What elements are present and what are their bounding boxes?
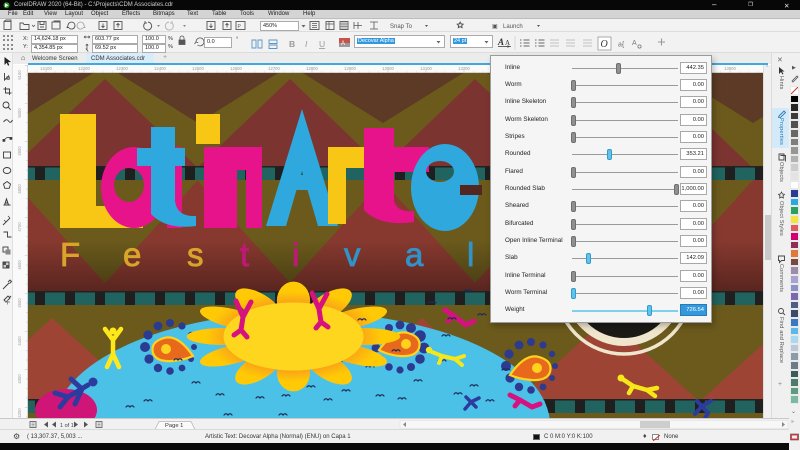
svg-text:Snap To: Snap To — [390, 24, 413, 30]
svg-text:4600: 4600 — [17, 260, 22, 270]
svg-text:4200: 4200 — [17, 408, 22, 418]
svg-text:5100: 5100 — [17, 70, 22, 80]
svg-text:A: A — [341, 41, 345, 47]
svg-text:a{: a{ — [618, 42, 625, 49]
svg-text:a: a — [405, 236, 424, 273]
svg-text:A: A — [497, 37, 504, 47]
svg-text:12700: 12700 — [268, 66, 280, 71]
svg-text:F: F — [60, 236, 80, 273]
svg-text:12100: 12100 — [40, 66, 52, 71]
svg-text:U: U — [319, 39, 325, 49]
svg-text:A: A — [632, 40, 637, 47]
svg-text:l: l — [467, 236, 474, 273]
svg-text:O: O — [601, 39, 608, 50]
svg-text:e: e — [123, 236, 141, 273]
svg-text:I: I — [305, 39, 308, 49]
svg-text:4500: 4500 — [17, 298, 22, 308]
svg-text:4400: 4400 — [17, 336, 22, 346]
svg-text:13000: 13000 — [382, 66, 394, 71]
svg-text:°: ° — [236, 37, 239, 43]
svg-text:12800: 12800 — [306, 66, 318, 71]
svg-text:B: B — [289, 39, 295, 49]
svg-text:5000: 5000 — [17, 108, 22, 118]
svg-text:13900: 13900 — [724, 66, 736, 71]
svg-text:Launch: Launch — [503, 24, 523, 30]
svg-text:12200: 12200 — [78, 66, 90, 71]
svg-text:12900: 12900 — [344, 66, 356, 71]
svg-text:4800: 4800 — [17, 184, 22, 194]
svg-text:s: s — [187, 236, 204, 273]
svg-text:▣: ▣ — [492, 24, 498, 30]
svg-text:4300: 4300 — [17, 374, 22, 384]
svg-text:4900: 4900 — [17, 146, 22, 156]
svg-text:4700: 4700 — [17, 222, 22, 232]
svg-text:12300: 12300 — [116, 66, 128, 71]
svg-text:13200: 13200 — [458, 66, 470, 71]
svg-text:t: t — [240, 236, 249, 273]
svg-text:v: v — [344, 236, 361, 273]
svg-text:i: i — [292, 236, 299, 273]
svg-text:13100: 13100 — [420, 66, 432, 71]
svg-text:12500: 12500 — [192, 66, 204, 71]
svg-text:12600: 12600 — [230, 66, 242, 71]
svg-text:12400: 12400 — [154, 66, 166, 71]
